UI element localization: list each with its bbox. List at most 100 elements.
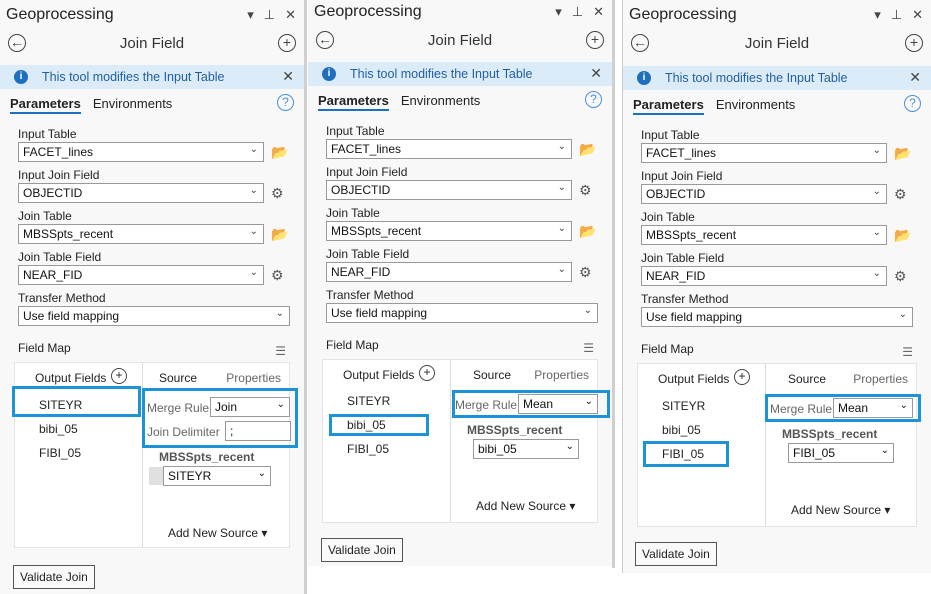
tab-environments[interactable]: Environments	[93, 96, 172, 114]
join-table-field-label: Join Table Field	[326, 247, 410, 261]
folder-icon[interactable]: 📂	[579, 141, 596, 157]
join-table-field[interactable]: MBSSpts_recent ⌄	[641, 225, 887, 245]
add-new-source-button[interactable]: Add New Source ▾	[791, 503, 890, 517]
tab-parameters[interactable]: Parameters	[318, 93, 389, 111]
properties-tab[interactable]: Properties	[853, 372, 908, 386]
pin-icon[interactable]: ⊥	[891, 7, 902, 23]
field-item-bibi05[interactable]: bibi_05	[662, 423, 701, 437]
help-icon[interactable]: ?	[277, 94, 294, 111]
add-plus-icon[interactable]: +	[905, 34, 923, 52]
transfer-method-label: Transfer Method	[18, 291, 106, 305]
source-tab[interactable]: Source	[473, 368, 511, 382]
source-row-handle[interactable]	[149, 467, 163, 485]
source-table-name: MBSSpts_recent	[467, 423, 563, 437]
source-field-select[interactable]: SITEYR ⌄	[163, 466, 271, 486]
gear-icon[interactable]: ⚙	[894, 268, 907, 284]
folder-icon[interactable]: 📂	[271, 226, 288, 242]
add-plus-icon[interactable]: +	[278, 34, 296, 52]
folder-icon[interactable]: 📂	[894, 227, 911, 243]
field-item-bibi05[interactable]: bibi_05	[39, 422, 78, 436]
folder-icon[interactable]: 📂	[579, 223, 596, 239]
pin-icon[interactable]: ⊥	[572, 4, 583, 20]
input-table-field[interactable]: FACET_lines ⌄	[641, 143, 887, 163]
field-item-siteyr[interactable]: SITEYR	[347, 394, 390, 408]
highlight-box	[452, 390, 610, 418]
join-table-field[interactable]: MBSSpts_recent ⌄	[326, 221, 572, 241]
source-tab[interactable]: Source	[788, 372, 826, 386]
gear-icon[interactable]: ⚙	[579, 182, 592, 198]
add-field-icon[interactable]: +	[734, 369, 750, 385]
field-map-options-icon[interactable]: ☰	[583, 341, 594, 355]
tab-environments[interactable]: Environments	[716, 97, 795, 115]
join-table-field-label: Join Table Field	[18, 250, 102, 264]
input-join-field[interactable]: OBJECTID ⌄	[18, 183, 264, 203]
help-icon[interactable]: ?	[904, 95, 921, 112]
highlight-box	[142, 388, 298, 448]
pane-header: Geoprocessing	[314, 3, 422, 20]
field-map: Output Fields + SITEYR bibi_05 FIBI_05 S…	[322, 359, 598, 523]
dismiss-icon[interactable]: ✕	[590, 65, 602, 82]
input-table-field[interactable]: FACET_lines ⌄	[326, 139, 572, 159]
folder-icon[interactable]: 📂	[271, 144, 288, 160]
highlight-box	[12, 386, 141, 417]
input-join-field[interactable]: OBJECTID ⌄	[641, 184, 887, 204]
field-item-fibi05[interactable]: FIBI_05	[347, 442, 389, 456]
input-join-field-label: Input Join Field	[326, 165, 408, 179]
dropdown-icon[interactable]: ▾	[247, 7, 254, 23]
input-join-field[interactable]: OBJECTID ⌄	[326, 180, 572, 200]
transfer-method-select[interactable]: Use field mapping ⌄	[641, 307, 913, 327]
transfer-method-label: Transfer Method	[641, 292, 729, 306]
gear-icon[interactable]: ⚙	[579, 264, 592, 280]
source-table-name: MBSSpts_recent	[159, 450, 255, 464]
source-field-select[interactable]: bibi_05 ⌄	[473, 439, 579, 459]
add-plus-icon[interactable]: +	[586, 31, 604, 49]
tab-parameters[interactable]: Parameters	[633, 97, 704, 115]
validate-join-button[interactable]: Validate Join	[321, 538, 403, 562]
geoprocessing-panel-3: Geoprocessing ▾ ⊥ ✕ ← Join Field + i This …	[622, 0, 931, 573]
gear-icon[interactable]: ⚙	[271, 267, 284, 283]
add-field-icon[interactable]: +	[419, 365, 435, 381]
add-field-icon[interactable]: +	[111, 368, 127, 384]
chevron-down-icon: ⌄	[249, 144, 258, 155]
source-tab[interactable]: Source	[159, 371, 197, 385]
field-item-siteyr[interactable]: SITEYR	[662, 399, 705, 413]
input-table-label: Input Table	[641, 128, 700, 142]
transfer-method-select[interactable]: Use field mapping ⌄	[18, 306, 290, 326]
validate-join-button[interactable]: Validate Join	[635, 542, 717, 566]
properties-tab[interactable]: Properties	[226, 371, 281, 385]
transfer-method-select[interactable]: Use field mapping ⌄	[326, 303, 598, 323]
pane-header: Geoprocessing	[629, 6, 737, 23]
add-new-source-button[interactable]: Add New Source ▾	[168, 526, 267, 540]
transfer-method-label: Transfer Method	[326, 288, 414, 302]
join-table-label: Join Table	[18, 209, 72, 223]
field-item-fibi05[interactable]: FIBI_05	[39, 446, 81, 460]
validate-join-button[interactable]: Validate Join	[13, 565, 95, 589]
dismiss-icon[interactable]: ✕	[282, 68, 294, 85]
close-icon[interactable]: ✕	[285, 7, 296, 23]
dropdown-icon[interactable]: ▾	[555, 4, 562, 20]
source-field-select[interactable]: FIBI_05 ⌄	[788, 443, 894, 463]
highlight-box	[643, 441, 729, 467]
field-map-options-icon[interactable]: ☰	[275, 344, 286, 358]
pin-icon[interactable]: ⊥	[264, 7, 275, 23]
tab-environments[interactable]: Environments	[401, 93, 480, 111]
properties-tab[interactable]: Properties	[534, 368, 589, 382]
input-table-field[interactable]: FACET_lines ⌄	[18, 142, 264, 162]
info-banner: i This tool modifies the Input Table ✕	[308, 62, 612, 86]
gear-icon[interactable]: ⚙	[271, 185, 284, 201]
join-table-field-select[interactable]: NEAR_FID ⌄	[326, 262, 572, 282]
gear-icon[interactable]: ⚙	[894, 186, 907, 202]
field-map-options-icon[interactable]: ☰	[902, 345, 913, 359]
join-table-field-select[interactable]: NEAR_FID ⌄	[641, 266, 887, 286]
help-icon[interactable]: ?	[585, 91, 602, 108]
tab-parameters[interactable]: Parameters	[10, 96, 81, 114]
join-table-field-select[interactable]: NEAR_FID ⌄	[18, 265, 264, 285]
tool-title: Join Field	[427, 32, 493, 49]
dismiss-icon[interactable]: ✕	[909, 69, 921, 86]
close-icon[interactable]: ✕	[593, 4, 604, 20]
dropdown-icon[interactable]: ▾	[874, 7, 881, 23]
add-new-source-button[interactable]: Add New Source ▾	[476, 499, 575, 513]
join-table-field[interactable]: MBSSpts_recent ⌄	[18, 224, 264, 244]
folder-icon[interactable]: 📂	[894, 145, 911, 161]
close-icon[interactable]: ✕	[912, 7, 923, 23]
